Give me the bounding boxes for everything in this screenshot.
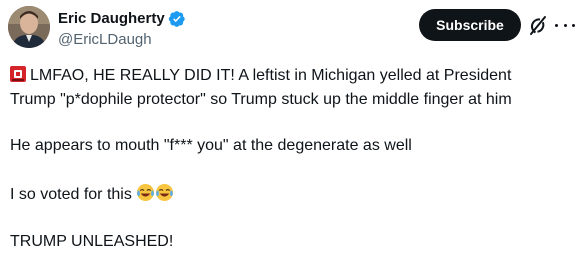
display-name-row: Eric Daugherty xyxy=(58,9,186,29)
display-name[interactable]: Eric Daugherty xyxy=(58,9,165,29)
tweet-text-line-5: TRUMP UNLEASHED! xyxy=(10,233,174,250)
tears-of-joy-icon xyxy=(155,183,174,202)
subscribe-button[interactable]: Subscribe xyxy=(419,9,521,41)
tweet-text-line-3: He appears to mouth "f*** you" at the de… xyxy=(10,137,412,154)
tweet-text-line-2: Trump "p*dophile protector" so Trump stu… xyxy=(10,91,512,108)
police-siren-icon xyxy=(10,66,26,82)
verified-badge-icon xyxy=(168,10,186,28)
tears-of-joy-icon xyxy=(136,183,155,202)
more-horizontal-icon[interactable] xyxy=(555,14,575,36)
grok-icon[interactable] xyxy=(528,14,548,36)
tweet-line-1: LMFAO, HE REALLY DID IT! A leftist in Mi… xyxy=(10,65,578,87)
author-info: Eric Daugherty @EricLDaugh xyxy=(58,9,186,50)
tweet-line-4: I so voted for this xyxy=(10,183,578,206)
avatar[interactable] xyxy=(8,6,50,48)
tweet-text-line-1: LMFAO, HE REALLY DID IT! A leftist in Mi… xyxy=(30,67,512,84)
tweet-text-line-4: I so voted for this xyxy=(10,186,132,203)
author-handle[interactable]: @EricLDaugh xyxy=(58,30,186,50)
tweet-card: Eric Daugherty @EricLDaugh Subscribe LMF… xyxy=(0,0,581,255)
